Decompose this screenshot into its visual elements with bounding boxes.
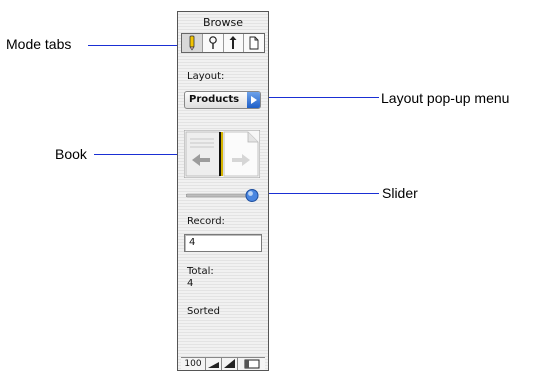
callout-slider: Slider [382, 185, 418, 201]
leader-line-mode-tabs [88, 45, 184, 46]
tab-layout[interactable] [224, 34, 245, 52]
tab-preview[interactable] [244, 34, 264, 52]
zoom-out-icon [208, 362, 219, 368]
layout-popup-value: Products [189, 94, 240, 105]
zoom-in-button[interactable] [222, 358, 238, 370]
slider-thumb [245, 189, 259, 202]
status-area-toggle-button[interactable] [238, 358, 265, 370]
popup-arrow-icon [247, 92, 260, 108]
window-status-bar: 100 [181, 357, 265, 370]
tool-icon [229, 36, 237, 49]
record-slider[interactable] [186, 188, 262, 202]
tab-browse[interactable] [182, 34, 203, 52]
callout-book: Book [55, 146, 87, 162]
layout-popup-menu[interactable]: Products [184, 91, 261, 109]
callout-layout-popup: Layout pop-up menu [381, 90, 510, 106]
total-value: 4 [187, 278, 194, 289]
leader-line-book [94, 154, 190, 155]
sort-status: Sorted [187, 306, 220, 317]
leader-line-layout-popup [258, 97, 379, 98]
magnifier-icon [208, 36, 217, 49]
mode-title: Browse [202, 16, 244, 29]
page-icon [249, 36, 259, 50]
record-number-field[interactable]: 4 [184, 234, 262, 252]
record-label: Record: [187, 216, 225, 227]
leader-line-slider [262, 193, 379, 194]
zoom-out-button[interactable] [206, 358, 222, 370]
tab-find[interactable] [203, 34, 224, 52]
book-navigator[interactable] [184, 130, 260, 178]
callout-mode-tabs: Mode tabs [6, 36, 72, 52]
status-area-panel: Browse Layout: Products Record: 4 Total:… [177, 11, 269, 371]
total-label: Total: [187, 266, 214, 277]
layout-label: Layout: [187, 71, 225, 82]
pencil-icon [189, 35, 195, 51]
zoom-level[interactable]: 100 [181, 358, 206, 370]
record-number-value: 4 [189, 237, 196, 248]
mode-tabs [181, 33, 265, 53]
status-area-toggle-icon [244, 359, 259, 369]
zoom-in-icon [224, 359, 235, 368]
